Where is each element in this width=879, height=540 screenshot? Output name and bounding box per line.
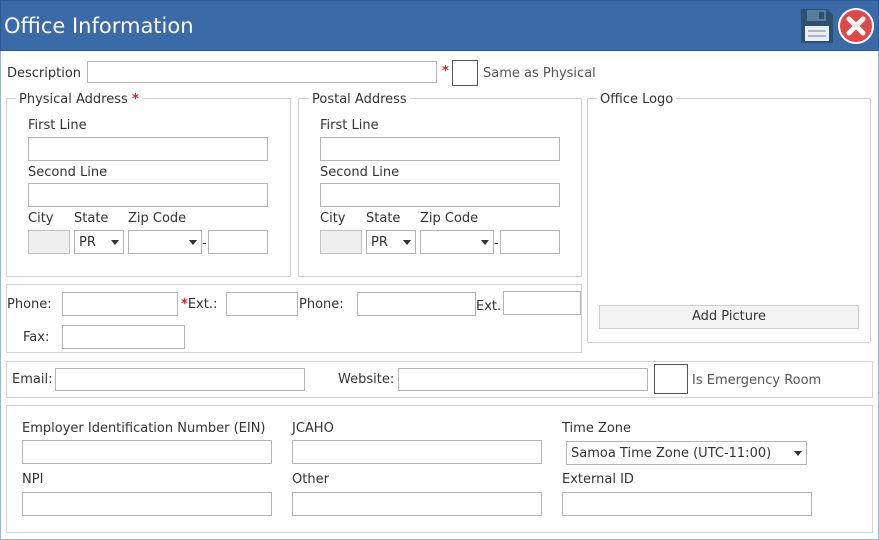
other-input[interactable] [292, 492, 542, 516]
phone2-label: Phone: [299, 297, 344, 312]
jcaho-label: JCAHO [292, 421, 334, 436]
postal-address-legend: Postal Address [309, 92, 410, 108]
fax-input[interactable] [62, 325, 185, 349]
emergency-room-checkbox[interactable] [654, 364, 688, 394]
physical-first-line-label: First Line [28, 118, 87, 133]
ein-label: Employer Identification Number (EIN) [22, 421, 266, 436]
external-id-label: External ID [562, 472, 634, 487]
ext1-label-text: Ext.: [187, 297, 218, 312]
postal-city-input [320, 230, 362, 254]
website-input[interactable] [398, 368, 648, 391]
postal-state-select[interactable]: PR [366, 230, 416, 254]
fax-label: Fax: [23, 330, 50, 345]
physical-zip-separator: - [202, 236, 207, 251]
physical-state-label: State [74, 211, 109, 226]
phone1-label: Phone: [7, 297, 52, 312]
ein-input[interactable] [22, 440, 272, 464]
window-title: Office Information [4, 14, 194, 38]
timezone-label: Time Zone [562, 421, 632, 436]
timezone-select[interactable]: Samoa Time Zone (UTC-11:00) [566, 441, 807, 465]
same-as-physical-checkbox[interactable] [452, 60, 478, 86]
physical-address-legend: Physical Address * [16, 92, 142, 108]
physical-first-line-input[interactable] [28, 137, 268, 161]
npi-label: NPI [22, 472, 44, 487]
required-marker: * [131, 92, 139, 107]
physical-city-input [28, 230, 70, 254]
chevron-down-icon [111, 239, 119, 245]
description-label: Description [7, 66, 82, 81]
physical-city-label: City [28, 211, 54, 226]
physical-second-line-input[interactable] [28, 183, 268, 207]
postal-state-label: State [366, 211, 401, 226]
chevron-down-icon [189, 239, 197, 245]
website-label: Website: [338, 372, 395, 387]
physical-zip-select[interactable] [128, 230, 202, 254]
jcaho-input[interactable] [292, 440, 542, 464]
postal-zip-label: Zip Code [420, 211, 479, 226]
required-marker: * [442, 64, 449, 79]
timezone-value: Samoa Time Zone (UTC-11:00) [571, 445, 772, 461]
postal-zip-separator: - [494, 236, 499, 251]
required-marker: * [181, 297, 188, 312]
physical-address-title: Physical Address [19, 92, 128, 107]
save-icon[interactable] [800, 8, 834, 44]
chevron-down-icon [481, 239, 489, 245]
email-label: Email: [12, 372, 53, 387]
ext2-input[interactable] [503, 291, 581, 315]
same-as-physical-label: Same as Physical [483, 66, 596, 81]
phone1-input[interactable] [62, 292, 178, 316]
postal-zip-extension-input[interactable] [500, 230, 560, 254]
npi-input[interactable] [22, 492, 272, 516]
other-label: Other [292, 472, 329, 487]
office-logo-legend: Office Logo [597, 92, 677, 108]
postal-state-value: PR [371, 234, 388, 250]
physical-state-value: PR [79, 234, 96, 250]
physical-state-select[interactable]: PR [74, 230, 124, 254]
add-picture-button[interactable]: Add Picture [599, 305, 859, 329]
postal-second-line-input[interactable] [320, 183, 560, 207]
emergency-room-label: Is Emergency Room [692, 373, 822, 388]
chevron-down-icon [403, 239, 411, 245]
ext2-label: Ext. [476, 299, 502, 314]
physical-second-line-label: Second Line [28, 165, 108, 180]
postal-first-line-input[interactable] [320, 137, 560, 161]
ext1-input[interactable] [226, 292, 298, 316]
postal-zip-select[interactable] [420, 230, 494, 254]
description-input[interactable] [87, 61, 437, 83]
close-icon[interactable] [838, 8, 874, 44]
postal-first-line-label: First Line [320, 118, 379, 133]
chevron-down-icon [794, 450, 802, 456]
postal-second-line-label: Second Line [320, 165, 400, 180]
phone2-input[interactable] [357, 292, 476, 316]
external-id-input[interactable] [562, 492, 812, 516]
physical-zip-label: Zip Code [128, 211, 187, 226]
postal-city-label: City [320, 211, 346, 226]
ext1-label: *Ext.: [181, 297, 217, 313]
email-input[interactable] [55, 368, 305, 391]
physical-zip-extension-input[interactable] [208, 230, 268, 254]
